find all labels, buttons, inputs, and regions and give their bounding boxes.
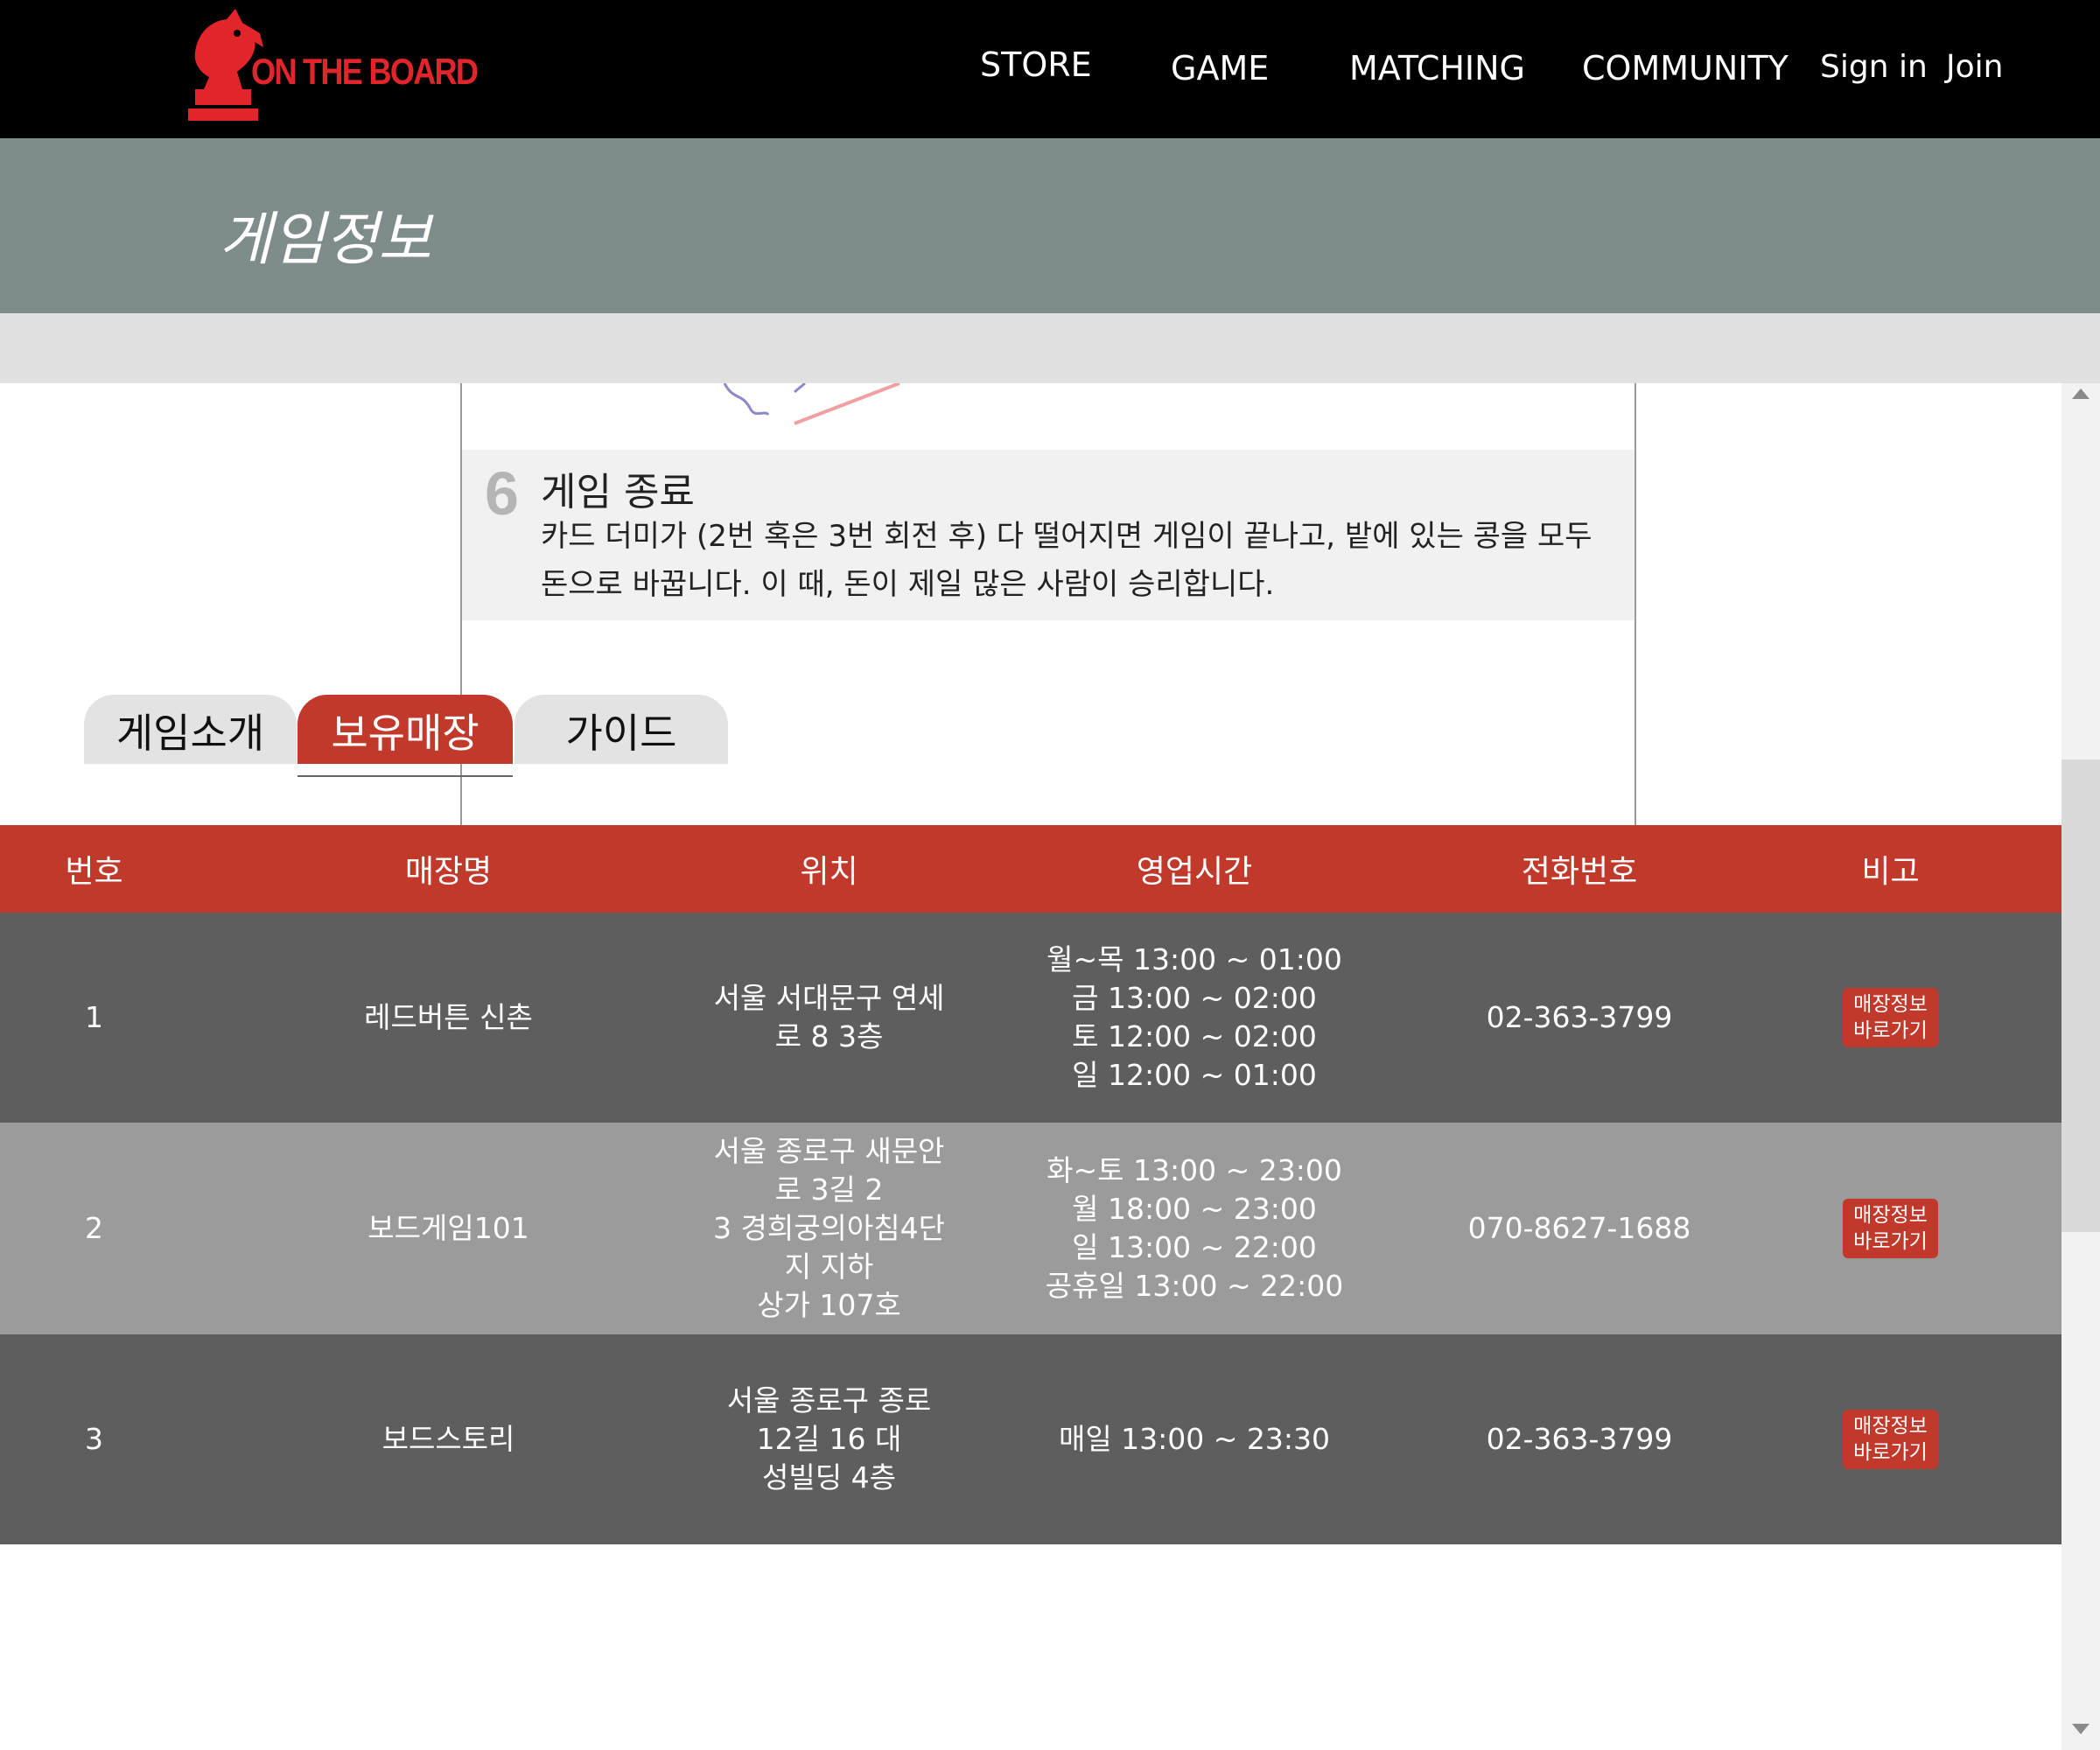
main-content: 6 게임 종료 카드 더미가 (2번 혹은 3번 회전 후) 다 떨어지면 게임… (0, 383, 2062, 1750)
col-header-note: 비고 (1719, 825, 2062, 913)
table-row: 3 보드스토리 서울 종로구 종로12길 16 대 성빌딩 4층 매일 13:0… (0, 1334, 2062, 1544)
location-line: 3 경희궁의아침4단지 지하 (712, 1211, 945, 1284)
store-info-button[interactable]: 매장정보 바로가기 (1843, 988, 1938, 1047)
tab-label: 게임소개 (116, 710, 265, 757)
cell-number: 1 (0, 913, 188, 1123)
cell-hours: 매일 13:00 ~ 23:30 (949, 1334, 1439, 1544)
top-navigation-bar: ON THE BOARD STORE GAME MATCHING COMMUNI… (0, 0, 2100, 138)
cell-location: 서울 종로구 새문안로 3길 2 3 경희궁의아침4단지 지하 상가 107호 (709, 1123, 949, 1334)
hours-line: 화~토 13:00 ~ 23:00 (1046, 1153, 1342, 1187)
hours-line: 공휴일 13:00 ~ 22:00 (1045, 1269, 1344, 1303)
location-line: 서울 종로구 종로12길 16 대 (726, 1383, 932, 1456)
cell-location: 서울 서대문구 연세로 8 3층 (709, 913, 949, 1123)
store-button-label: 매장정보 (1853, 1415, 1928, 1438)
store-info-button[interactable]: 매장정보 바로가기 (1843, 1410, 1938, 1469)
scrollbar-thumb[interactable] (2062, 760, 2100, 1232)
col-header-name: 매장명 (188, 825, 709, 913)
cell-store-name: 보드게임101 (188, 1123, 709, 1334)
store-button-label: 매장정보 (1853, 1204, 1928, 1227)
cell-store-name: 보드스토리 (188, 1334, 709, 1544)
active-tab-underline (298, 775, 513, 777)
guide-step-box: 6 게임 종료 카드 더미가 (2번 혹은 3번 회전 후) 다 떨어지면 게임… (462, 450, 1634, 620)
site-logo[interactable]: ON THE BOARD (179, 2, 479, 131)
cell-phone: 02-363-3799 (1439, 1334, 1719, 1544)
store-info-button[interactable]: 매장정보 바로가기 (1843, 1199, 1938, 1258)
store-button-label: 바로가기 (1853, 1230, 1928, 1253)
location-line: 상가 107호 (757, 1288, 901, 1322)
tab-label: 가이드 (565, 710, 677, 757)
cell-note: 매장정보 바로가기 (1719, 1334, 2062, 1544)
cell-hours: 월~목 13:00 ~ 01:00 금 13:00 ~ 02:00 토 12:0… (949, 913, 1439, 1123)
nav-matching[interactable]: MATCHING (1349, 49, 1525, 88)
nav-community[interactable]: COMMUNITY (1582, 49, 1788, 88)
location-line: 서울 종로구 새문안로 3길 2 (713, 1134, 945, 1207)
cell-store-name: 레드버튼 신촌 (188, 913, 709, 1123)
hours-line: 월 18:00 ~ 23:00 (1072, 1192, 1317, 1226)
store-button-label: 바로가기 (1853, 1441, 1928, 1464)
cell-location: 서울 종로구 종로12길 16 대 성빌딩 4층 (709, 1334, 949, 1544)
cell-phone: 070-8627-1688 (1439, 1123, 1719, 1334)
join-link[interactable]: Join (1946, 49, 2003, 85)
guide-step-number: 6 (485, 459, 519, 528)
hours-line: 월~목 13:00 ~ 01:00 (1046, 942, 1342, 976)
col-header-hours: 영업시간 (949, 825, 1439, 913)
tab-game-intro[interactable]: 게임소개 (84, 695, 297, 764)
vertical-scrollbar[interactable] (2062, 383, 2100, 1750)
guide-text-line: 돈으로 바꿉니다. 이 때, 돈이 제일 많은 사람이 승리합니다. (541, 567, 1275, 602)
col-header-phone: 전화번호 (1439, 825, 1719, 913)
store-table: 번호 매장명 위치 영업시간 전화번호 비고 1 레드버튼 신촌 서울 서대문구… (0, 825, 2062, 1544)
hours-line: 매일 13:00 ~ 23:30 (1058, 1422, 1331, 1456)
cell-phone: 02-363-3799 (1439, 913, 1719, 1123)
col-header-number: 번호 (0, 825, 188, 913)
table-row: 2 보드게임101 서울 종로구 새문안로 3길 2 3 경희궁의아침4단지 지… (0, 1123, 2062, 1334)
cell-note: 매장정보 바로가기 (1719, 913, 2062, 1123)
page-title-band: 게임정보 (0, 138, 2100, 313)
tab-stores[interactable]: 보유매장 (298, 695, 513, 764)
guide-illustration (462, 383, 1634, 450)
col-header-location: 위치 (709, 825, 949, 913)
logo-text: ON THE BOARD (251, 51, 479, 92)
hours-line: 금 13:00 ~ 02:00 (1072, 981, 1317, 1015)
sign-in-link[interactable]: Sign in (1820, 49, 1928, 85)
cell-number: 2 (0, 1123, 188, 1334)
guide-text-line: 카드 더미가 (2번 혹은 3번 회전 후) 다 떨어지면 게임이 끝나고, 밭… (541, 519, 1592, 554)
store-button-label: 매장정보 (1853, 993, 1928, 1016)
table-row: 1 레드버튼 신촌 서울 서대문구 연세로 8 3층 월~목 13:00 ~ 0… (0, 913, 2062, 1123)
hours-line: 일 13:00 ~ 22:00 (1072, 1230, 1317, 1264)
cell-hours: 화~토 13:00 ~ 23:00 월 18:00 ~ 23:00 일 13:0… (949, 1123, 1439, 1334)
guide-step-text: 카드 더미가 (2번 혹은 3번 회전 후) 다 떨어지면 게임이 끝나고, 밭… (541, 513, 1592, 609)
page-title: 게임정보 (219, 206, 431, 273)
scroll-up-arrow-icon[interactable] (2072, 388, 2090, 399)
tab-label: 보유매장 (331, 710, 480, 757)
hours-line: 일 12:00 ~ 01:00 (1072, 1058, 1317, 1092)
table-header-row: 번호 매장명 위치 영업시간 전화번호 비고 (0, 825, 2062, 913)
scroll-down-arrow-icon[interactable] (2072, 1724, 2090, 1734)
guide-step-heading: 게임 종료 (541, 470, 695, 514)
cell-note: 매장정보 바로가기 (1719, 1123, 2062, 1334)
tab-guide[interactable]: 가이드 (514, 695, 728, 764)
sub-band (0, 313, 2100, 383)
cell-number: 3 (0, 1334, 188, 1544)
store-button-label: 바로가기 (1853, 1019, 1928, 1042)
location-line: 성빌딩 4층 (762, 1460, 896, 1494)
nav-game[interactable]: GAME (1171, 49, 1269, 88)
hours-line: 토 12:00 ~ 02:00 (1072, 1019, 1317, 1054)
nav-store[interactable]: STORE (980, 46, 1092, 84)
